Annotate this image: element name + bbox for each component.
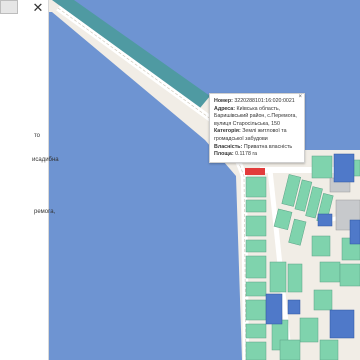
popup-number-value: 3220288101:16:020:0021: [234, 98, 295, 104]
popup-ownership-value: Приватна власність: [243, 143, 293, 150]
parcel-blue[interactable]: [265, 293, 283, 325]
popup-area-value: 0.1178 га: [235, 151, 258, 158]
sidebar-text-fragment: то: [34, 133, 41, 139]
popup-area-label: Площа:: [214, 151, 234, 158]
sidebar-panel: ✕ то исадибна ремога,: [0, 0, 59, 360]
parcel[interactable]: [245, 215, 267, 237]
parcel-blue[interactable]: [333, 153, 355, 183]
parcel[interactable]: [319, 339, 339, 360]
parcel[interactable]: [313, 289, 333, 311]
parcel-info-popup: × Номер: 3220288101:16:020:0021 Адреса: …: [209, 93, 305, 163]
layer-thumbnail[interactable]: [0, 0, 18, 14]
parcel-blue[interactable]: [287, 299, 301, 315]
parcel-blue[interactable]: [317, 213, 333, 227]
parcel[interactable]: [311, 235, 331, 257]
parcel[interactable]: [245, 199, 267, 213]
parcel[interactable]: [269, 261, 287, 293]
popup-address-row: Адреса: Київська область, Баришівський р…: [214, 106, 300, 129]
parcel[interactable]: [245, 323, 267, 339]
close-icon[interactable]: ✕: [31, 1, 45, 15]
sidebar-text-fragment: исадибна: [32, 157, 59, 163]
popup-area-row: Площа: 0.1178 га: [214, 151, 300, 159]
parcel[interactable]: [311, 155, 333, 179]
popup-category-label: Категорія:: [214, 128, 241, 135]
parcel[interactable]: [339, 263, 360, 287]
parcel[interactable]: [245, 281, 267, 297]
popup-close-icon[interactable]: ×: [298, 94, 302, 100]
parcel[interactable]: [299, 317, 319, 343]
parcel[interactable]: [245, 239, 267, 253]
parcel-blue[interactable]: [349, 219, 360, 245]
parcel[interactable]: [279, 339, 301, 360]
cadastral-map[interactable]: [48, 0, 360, 360]
popup-address-label: Адреса:: [214, 105, 236, 112]
parcel[interactable]: [245, 176, 267, 198]
popup-category-row: Категорія: Землі житлової та громадської…: [214, 128, 300, 143]
parcel[interactable]: [245, 299, 267, 321]
parcel[interactable]: [287, 263, 303, 293]
popup-number-label: Номер:: [214, 98, 233, 104]
selected-parcel[interactable]: [245, 168, 265, 175]
parcel-blue[interactable]: [329, 309, 355, 339]
popup-ownership-label: Власність:: [214, 143, 243, 150]
parcel[interactable]: [319, 261, 341, 283]
parcel[interactable]: [245, 255, 267, 279]
parcel[interactable]: [245, 341, 267, 360]
sidebar-text-fragment: ремога,: [34, 209, 56, 215]
popup-number-row: Номер: 3220288101:16:020:0021: [214, 98, 300, 106]
popup-ownership-row: Власність: Приватна власність: [214, 144, 300, 152]
